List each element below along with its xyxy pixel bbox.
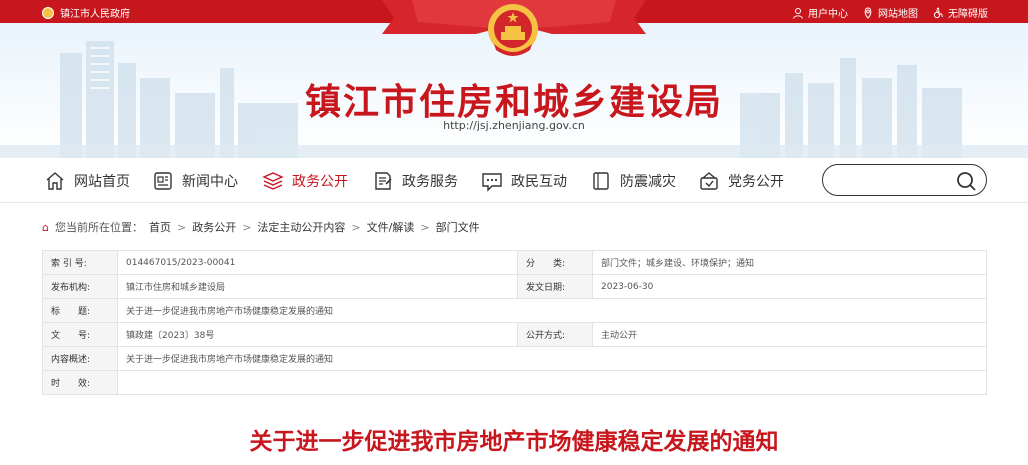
nav-item-home[interactable]: 网站首页 (44, 169, 130, 193)
table-row: 时 效: (42, 370, 987, 395)
validity-label: 时 效: (42, 370, 118, 395)
breadcrumb-statutory[interactable]: 法定主动公开内容 (257, 219, 345, 235)
breadcrumb-prefix: 您当前所在位置： (54, 221, 143, 234)
table-row: 发布机构: 镇江市住房和城乡建设局 发文日期: 2023-06-30 (42, 274, 987, 299)
accessibility-link[interactable]: 无障碍版 (932, 5, 988, 20)
breadcrumb-separator: > (242, 220, 252, 234)
location-home-icon: ⌂ (42, 220, 49, 234)
date-label: 发文日期: (517, 274, 593, 299)
accessibility-icon (933, 7, 943, 18)
location-icon (864, 6, 872, 19)
breadcrumb-gov-affairs[interactable]: 政务公开 (192, 219, 236, 235)
table-row: 文 号: 镇政建〔2023〕38号 公开方式: 主动公开 (42, 322, 987, 347)
category-value: 部门文件；城乡建设、环境保护；通知 (592, 250, 987, 275)
top-links: 用户中心 网站地图 无障碍版 (792, 5, 988, 20)
nav-item-disaster[interactable]: 防震减灾 (590, 169, 676, 193)
mode-value: 主动公开 (592, 322, 987, 347)
breadcrumb-files[interactable]: 文件/解读 (367, 219, 415, 235)
date-value: 2023-06-30 (592, 274, 987, 299)
service-icon (375, 172, 392, 190)
publisher-value: 镇江市住房和城乡建设局 (117, 274, 518, 299)
title-value: 关于进一步促进我市房地产市场健康稳定发展的通知 (117, 298, 987, 323)
site-map-link[interactable]: 网站地图 (862, 5, 918, 20)
news-icon (154, 172, 172, 190)
main-nav: 网站首页 新闻中心 政务公开 政务服务 政民互动 防震减灾 党务公开 (0, 158, 1028, 203)
breadcrumb: ⌂ 您当前所在位置： 首页 > 政务公开 > 法定主动公开内容 > 文件/解读 … (42, 219, 480, 235)
nav-item-gov-service[interactable]: 政务服务 (372, 169, 458, 193)
nav-item-party[interactable]: 党务公开 (698, 169, 784, 193)
site-title: 镇江市住房和城乡建设局 (304, 82, 723, 123)
chat-icon (482, 173, 502, 192)
table-row: 索 引 号: 014467015/2023-00041 分 类: 部门文件；城乡… (42, 250, 987, 275)
index-label: 索 引 号: (42, 250, 118, 275)
breadcrumb-dept-files[interactable]: 部门文件 (436, 219, 480, 235)
breadcrumb-home[interactable]: 首页 (149, 219, 171, 235)
breadcrumb-separator: > (351, 220, 361, 234)
breadcrumb-separator: > (176, 220, 187, 234)
table-row: 标 题: 关于进一步促进我市房地产市场健康稳定发展的通知 (42, 298, 987, 323)
mode-label: 公开方式: (517, 322, 593, 347)
document-title: 关于进一步促进我市房地产市场健康稳定发展的通知 (249, 429, 779, 455)
docno-value: 镇政建〔2023〕38号 (117, 322, 518, 347)
layers-icon (262, 172, 284, 190)
search-input[interactable] (837, 171, 957, 191)
nav-item-gov-affairs[interactable]: 政务公开 (262, 169, 348, 193)
party-icon (700, 172, 718, 190)
emblem-small-icon (42, 6, 54, 19)
category-label: 分 类: (517, 250, 593, 275)
table-row: 内容概述: 关于进一步促进我市房地产市场健康稳定发展的通知 (42, 346, 987, 371)
user-icon (793, 7, 803, 19)
breadcrumb-separator: > (420, 220, 430, 234)
shield-icon (593, 172, 609, 190)
nav-item-news[interactable]: 新闻中心 (152, 169, 238, 193)
search-box (822, 164, 987, 196)
national-emblem-icon (488, 4, 538, 56)
summary-label: 内容概述: (42, 346, 118, 371)
home-icon (46, 172, 64, 190)
publisher-label: 发布机构: (42, 274, 118, 299)
user-center-link[interactable]: 用户中心 (792, 5, 848, 20)
docno-label: 文 号: (42, 322, 118, 347)
validity-value (117, 370, 987, 395)
gov-link[interactable]: 镇江市人民政府 (42, 5, 130, 20)
site-url: http://jsj.zhenjiang.gov.cn (443, 119, 585, 132)
summary-value: 关于进一步促进我市房地产市场健康稳定发展的通知 (117, 346, 987, 371)
nav-item-interaction[interactable]: 政民互动 (481, 169, 567, 193)
title-label: 标 题: (42, 298, 118, 323)
index-value: 014467015/2023-00041 (117, 250, 518, 275)
document-meta-table: 索 引 号: 014467015/2023-00041 分 类: 部门文件；城乡… (42, 250, 987, 395)
search-icon[interactable] (954, 169, 978, 193)
gov-link-label: 镇江市人民政府 (60, 9, 130, 20)
